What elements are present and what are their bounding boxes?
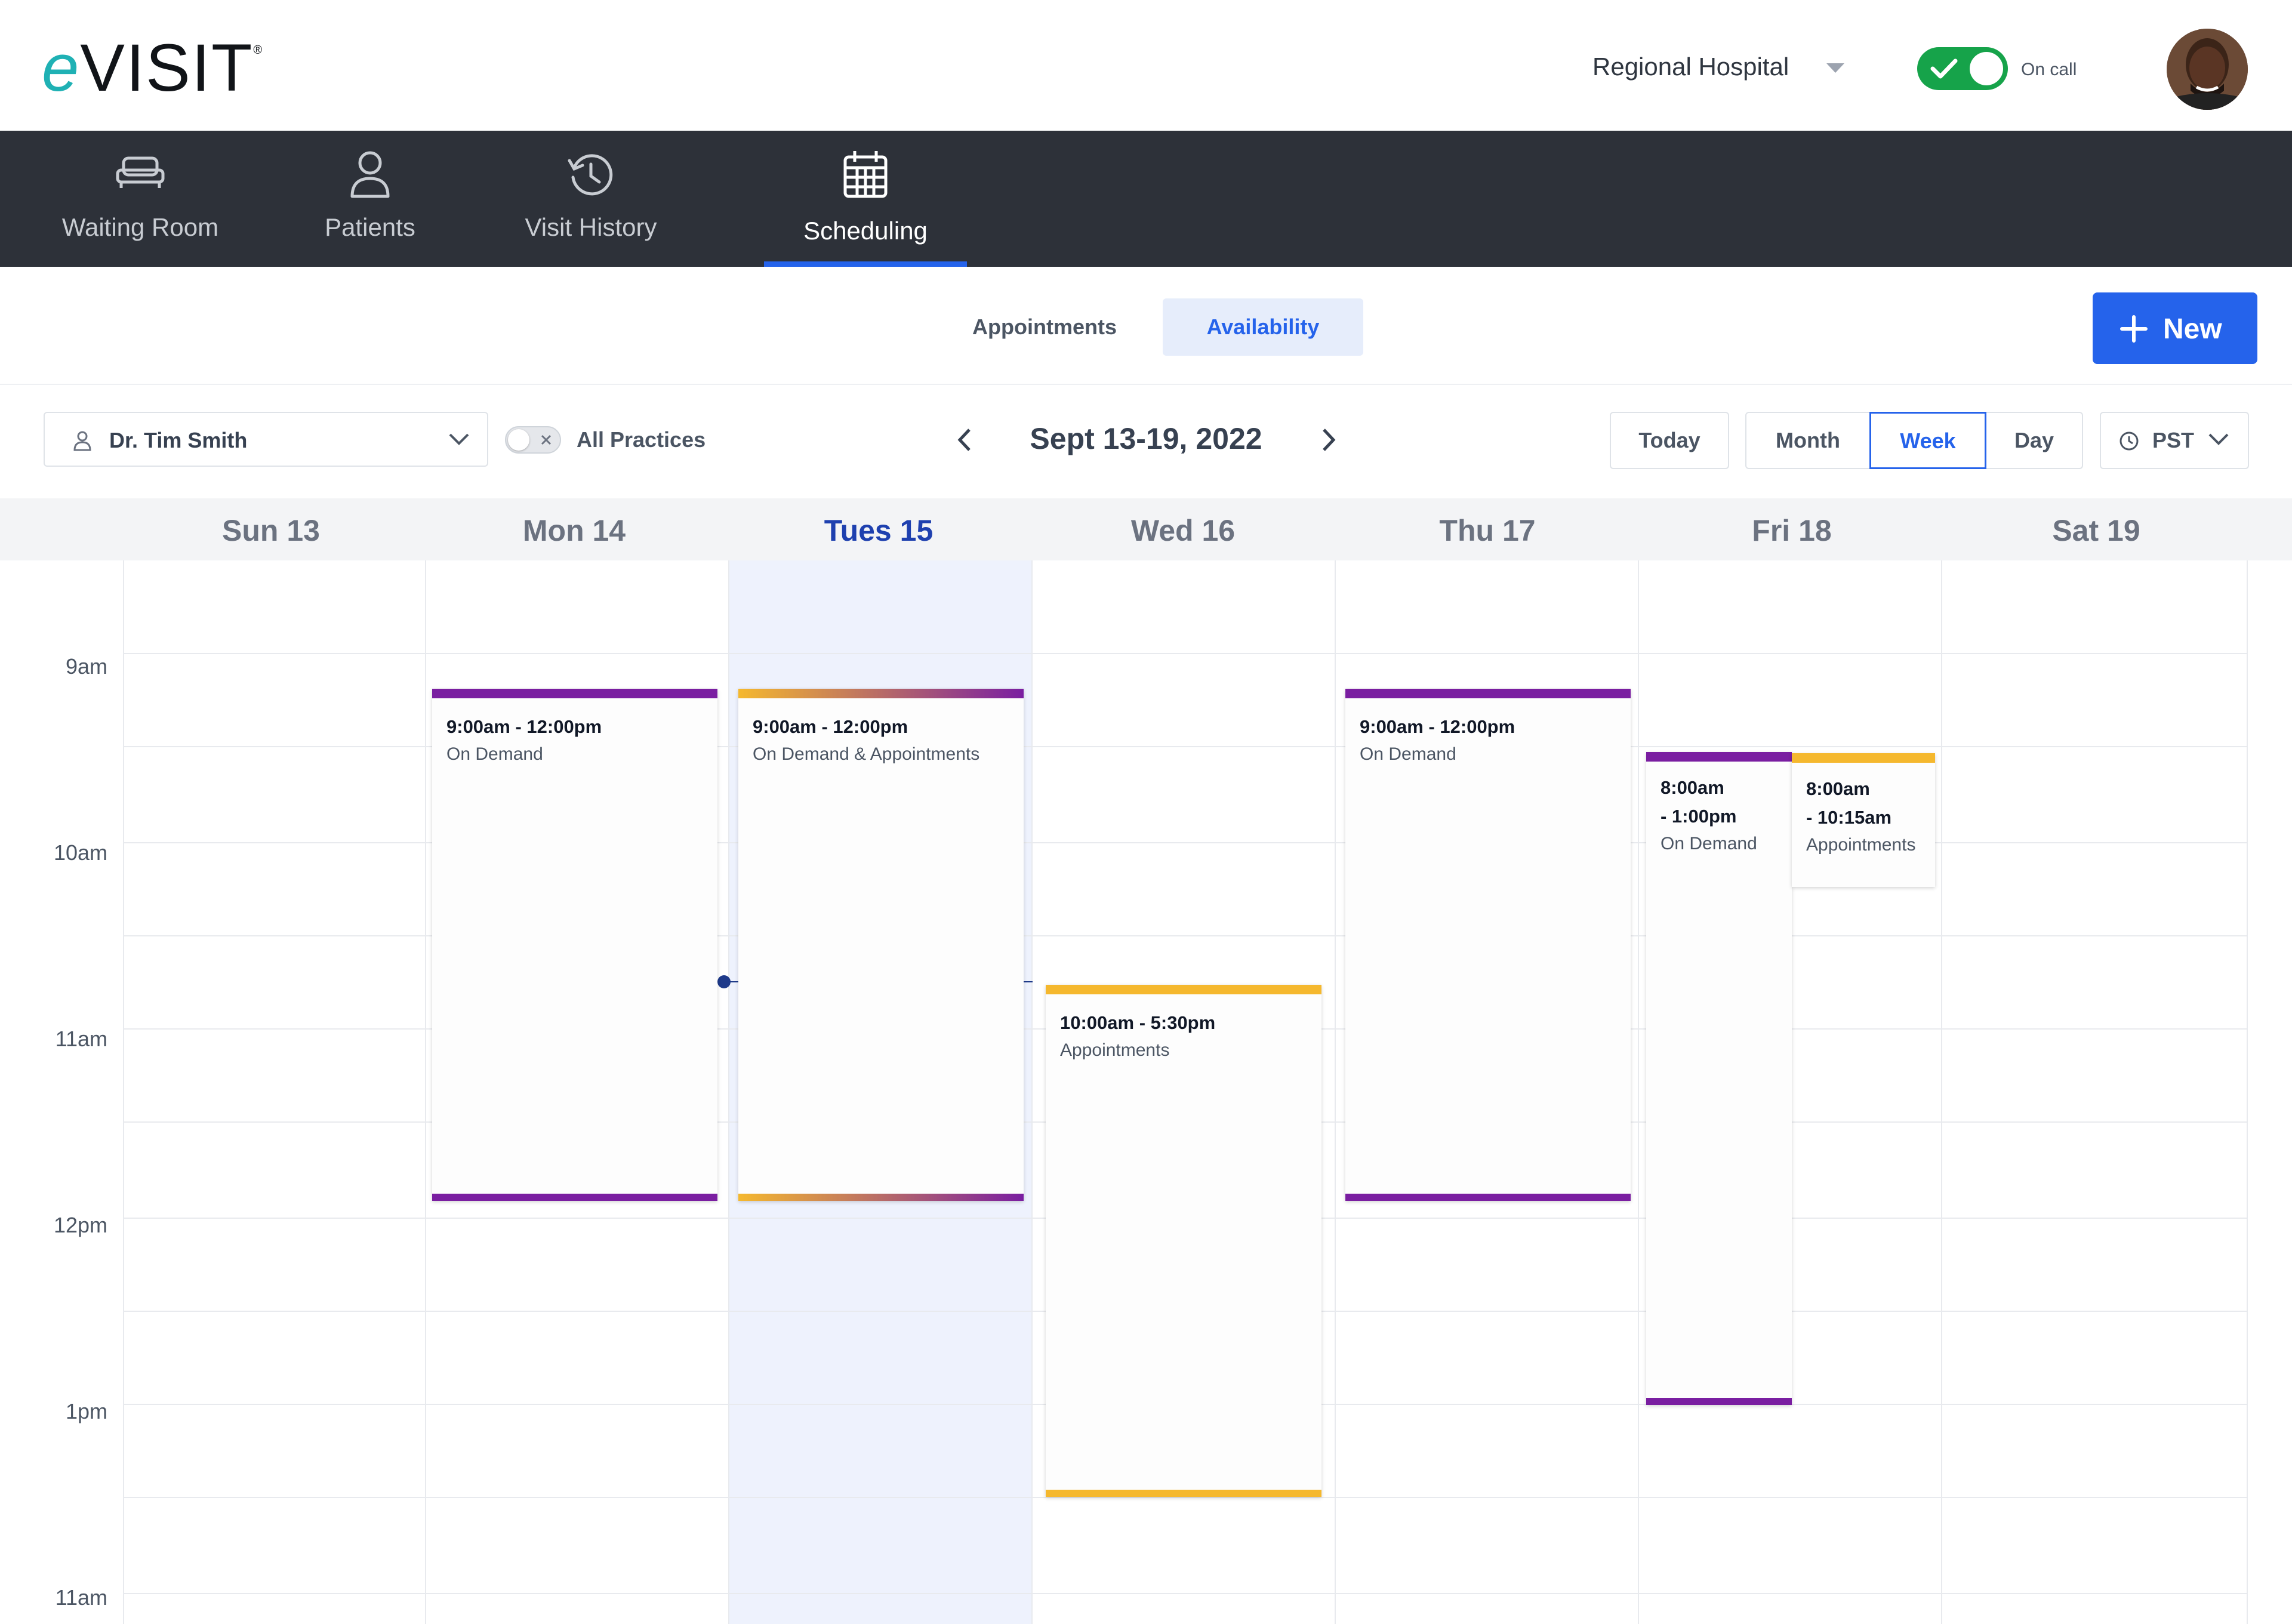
on-call-toggle[interactable] [1917,47,2008,90]
sub-tab-bar [0,267,2292,385]
chevron-down-icon [449,433,469,445]
check-icon [1930,58,1958,79]
day-header-fri: Fri 18 [1752,514,1832,547]
time-label: 9am [65,654,107,679]
day-view-button[interactable]: Day [1985,412,2083,469]
grid-line [123,560,124,1624]
availability-block-thu[interactable]: 9:00am - 12:00pm On Demand [1345,689,1631,1201]
all-practices-toggle[interactable] [505,426,561,454]
nav-item-visit-history[interactable]: Visit History [501,131,680,267]
day-header-sat: Sat 19 [2052,514,2140,547]
grid-line [1941,560,1942,1624]
calendar-icon [843,150,888,199]
event-time: 8:00am - 1:00pm [1661,777,1737,827]
event-type: Appointments [1806,835,1916,855]
event-time: 9:00am - 12:00pm [1360,716,1515,737]
chevron-right-icon[interactable] [1313,425,1343,455]
new-button-label: New [2163,313,2222,345]
grid-line [1335,560,1336,1624]
availability-block-tue[interactable]: 9:00am - 12:00pm On Demand & Appointment… [738,689,1024,1201]
user-avatar[interactable] [2167,29,2248,110]
active-tab-indicator [764,261,967,267]
on-call-label: On call [2021,60,2077,79]
current-time-dot [717,975,731,988]
nav-item-patients[interactable]: Patients [286,131,454,267]
grid-line [123,653,2248,654]
evisit-logo[interactable]: eVISIT® [42,35,263,101]
doctor-icon [73,431,91,451]
date-range: Sept 13-19, 2022 [1030,422,1262,455]
event-type: On Demand [446,744,543,764]
grid-line [123,1497,2248,1498]
day-header-sun: Sun 13 [222,514,320,547]
chevron-down-icon [2208,433,2229,445]
caret-down-icon[interactable] [1826,63,1844,74]
day-header-wed: Wed 16 [1130,514,1236,547]
nav-item-waiting-room[interactable]: Waiting Room [36,131,245,267]
couch-icon [115,150,165,192]
time-label: 12pm [53,1213,107,1237]
nav-item-scheduling[interactable]: Scheduling [764,131,967,267]
person-icon [349,150,391,199]
time-label: 11am [55,1585,107,1610]
new-button[interactable]: New [2093,292,2257,364]
nav-label: Visit History [525,213,657,241]
event-type: On Demand [1360,744,1456,764]
event-type: On Demand & Appointments [753,744,980,764]
availability-block-mon[interactable]: 9:00am - 12:00pm On Demand [432,689,717,1201]
day-header-mon: Mon 14 [522,514,626,547]
grid-line [123,1593,2248,1594]
tab-appointments[interactable]: Appointments [953,298,1136,356]
clock-icon [2119,431,2139,451]
timezone-select[interactable]: PST [2100,412,2249,469]
availability-block-fri-appointments[interactable]: 8:00am - 10:15am Appointments [1792,753,1935,887]
grid-line [1031,560,1033,1624]
availability-block-wed[interactable]: 10:00am - 5:30pm Appointments [1046,985,1321,1497]
month-view-button[interactable]: Month [1745,412,1871,469]
time-label: 1pm [65,1399,107,1423]
provider-name: Dr. Tim Smith [109,428,248,452]
day-header-thu: Thu 17 [1439,514,1536,547]
all-practices-label: All Practices [577,427,706,452]
today-button[interactable]: Today [1610,412,1729,469]
provider-select[interactable]: Dr. Tim Smith [44,412,488,467]
main-nav: Waiting Room Patients Visit History Sche… [0,131,2292,267]
event-time: 9:00am - 12:00pm [446,716,602,737]
history-icon [566,150,616,200]
event-time: 10:00am - 5:30pm [1060,1012,1216,1033]
grid-line [728,560,729,1624]
grid-line [2247,560,2248,1624]
event-type: Appointments [1060,1040,1170,1060]
hospital-selector[interactable]: Regional Hospital [1592,53,1789,81]
grid-line [1638,560,1639,1624]
day-header-tue: Tues 15 [824,514,934,547]
week-view-button[interactable]: Week [1869,412,1986,469]
grid-line [425,560,426,1624]
tab-availability[interactable]: Availability [1163,298,1363,356]
event-time: 9:00am - 12:00pm [753,716,908,737]
time-label: 11am [55,1027,107,1051]
time-label: 10am [53,840,107,865]
nav-label: Patients [325,213,415,241]
plus-icon [2120,315,2148,343]
timezone-label: PST [2152,428,2195,452]
event-type: On Demand [1661,834,1757,853]
x-icon [540,433,553,446]
nav-label: Scheduling [803,217,928,245]
chevron-left-icon[interactable] [950,425,980,455]
nav-label: Waiting Room [61,213,219,241]
availability-block-fri-on-demand[interactable]: 8:00am - 1:00pm On Demand [1646,752,1792,1405]
event-time: 8:00am - 10:15am [1806,778,1892,828]
